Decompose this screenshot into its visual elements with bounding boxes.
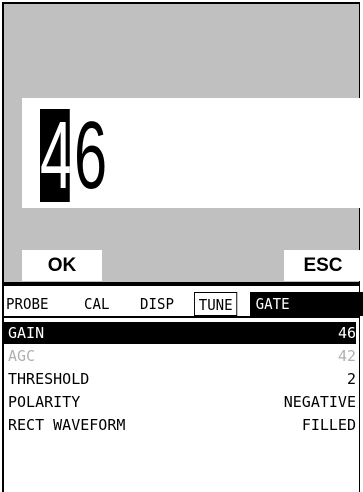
menu-panel: PROBE CAL DISP TUNE GATE GAIN 46 AGC 42 … — [2, 282, 363, 492]
menu-row-value: NEGATIVE — [283, 393, 356, 411]
value-remaining-digits: 6 — [74, 102, 108, 209]
menu-row-label: AGC — [8, 347, 36, 365]
menu-row-label: POLARITY — [8, 393, 81, 411]
value-display[interactable]: 4 6 — [22, 98, 362, 208]
menu-row-gain[interactable]: GAIN 46 — [4, 322, 356, 344]
tab-divider — [4, 316, 360, 318]
menu-row-label: RECT WAVEFORM — [8, 416, 126, 434]
menu-row-value: 42 — [337, 347, 356, 365]
menu-row-rect-waveform[interactable]: RECT WAVEFORM FILLED — [4, 414, 356, 436]
menu-row-value: 2 — [346, 370, 356, 388]
tab-tune[interactable]: TUNE — [194, 292, 238, 316]
menu-row-agc[interactable]: AGC 42 — [4, 345, 356, 367]
tab-gate[interactable]: GATE — [250, 292, 363, 316]
menu-row-value: FILLED — [301, 416, 356, 434]
menu-row-value: 46 — [337, 324, 356, 342]
menu-row-label: GAIN — [8, 324, 45, 342]
tab-bar: PROBE CAL DISP TUNE GATE — [4, 292, 363, 316]
menu-row-polarity[interactable]: POLARITY NEGATIVE — [4, 391, 356, 413]
active-digit-cursor[interactable]: 4 — [40, 109, 70, 202]
esc-button[interactable]: ESC — [284, 250, 362, 281]
menu-row-threshold[interactable]: THRESHOLD 2 — [4, 368, 356, 390]
gain-edit-dialog: 4 6 OK ESC — [2, 2, 362, 282]
menu-row-label: THRESHOLD — [8, 370, 90, 388]
tab-disp[interactable]: DISP — [140, 292, 174, 316]
tab-cal[interactable]: CAL — [84, 292, 109, 316]
tab-probe[interactable]: PROBE — [6, 292, 48, 316]
ok-button[interactable]: OK — [22, 250, 102, 281]
